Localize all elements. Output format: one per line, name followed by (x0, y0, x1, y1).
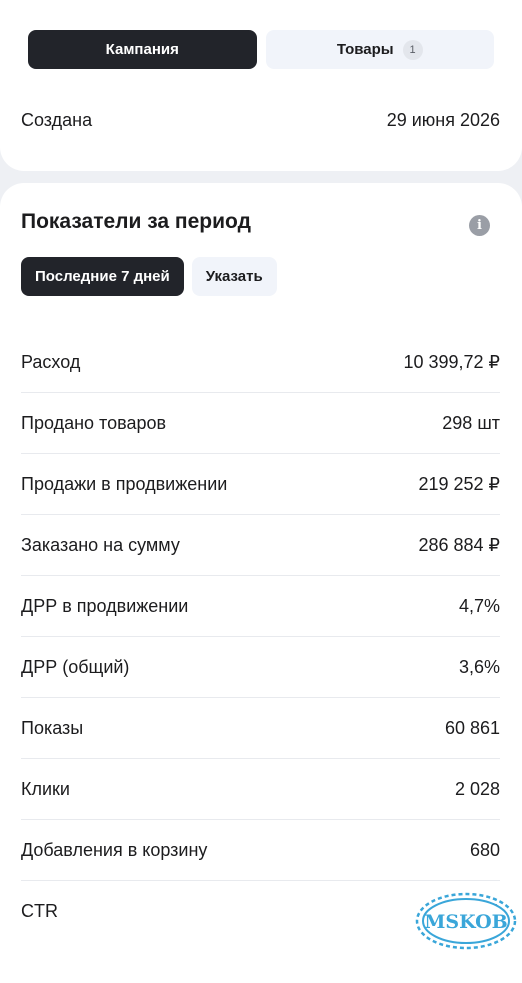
period-last-7-days-label: Последние 7 дней (35, 268, 170, 285)
metric-row: Заказано на сумму 286 884 ₽ (21, 515, 500, 576)
metric-value: 2 028 (454, 778, 500, 799)
watermark-logo: MSKOB (415, 892, 517, 950)
watermark-text: MSKOB (424, 911, 507, 933)
metric-value: 60 861 (444, 717, 500, 738)
metric-label: Продажи в продвижении (21, 473, 228, 494)
metric-value: 10 399,72 ₽ (403, 351, 500, 372)
metric-row: Продано товаров 298 шт (21, 393, 500, 454)
metric-row: Продажи в продвижении 219 252 ₽ (21, 454, 500, 515)
metric-label: ДРР (общий) (21, 656, 130, 677)
metrics-list: Расход 10 399,72 ₽ Продано товаров 298 ш… (21, 332, 500, 942)
metric-label: Расход (21, 351, 81, 372)
metric-row: Расход 10 399,72 ₽ (21, 332, 500, 393)
tab-products-label: Товары (336, 41, 394, 58)
metric-value: 298 шт (442, 412, 500, 433)
metric-label: Клики (21, 778, 70, 799)
tabs-bar: Кампания Товары 1 (28, 30, 494, 69)
metric-value: 3,6% (458, 656, 500, 677)
period-last-7-days-button[interactable]: Последние 7 дней (21, 257, 184, 296)
period-selector: Последние 7 дней Указать (21, 257, 277, 296)
tab-campaign-label: Кампания (105, 41, 179, 58)
metric-row: ДРР (общий) 3,6% (21, 637, 500, 698)
created-label: Создана (21, 110, 93, 130)
metric-row: Клики 2 028 (21, 759, 500, 820)
metric-row: Показы 60 861 (21, 698, 500, 759)
metric-value: 219 252 ₽ (418, 473, 500, 494)
products-count-badge: 1 (402, 39, 423, 60)
metric-label: CTR (21, 901, 58, 921)
metric-label: ДРР в продвижении (21, 595, 189, 616)
created-row: Создана 29 июня 2026 (21, 110, 500, 131)
metric-value: 4,7% (458, 595, 500, 616)
campaign-header-card: Кампания Товары 1 Создана 29 июня 2026 (0, 0, 522, 171)
metric-row: ДРР в продвижении 4,7% (21, 576, 500, 637)
tab-campaign[interactable]: Кампания (28, 30, 257, 69)
metric-label: Показы (21, 717, 84, 738)
tab-products[interactable]: Товары 1 (265, 30, 494, 69)
metric-label: Продано товаров (21, 412, 167, 433)
metric-label: Добавления в корзину (21, 839, 208, 860)
created-date: 29 июня 2026 (386, 110, 500, 130)
metric-value: 680 (469, 839, 500, 860)
period-custom-label: Указать (205, 268, 263, 285)
info-icon[interactable]: i (469, 215, 490, 236)
period-custom-button[interactable]: Указать (191, 257, 277, 296)
metric-label: Заказано на сумму (21, 534, 180, 555)
metric-row: Добавления в корзину 680 (21, 820, 500, 881)
metric-value: 286 884 ₽ (418, 534, 500, 555)
stats-title: Показатели за период (21, 210, 251, 233)
stats-card: Показатели за период i Последние 7 дней … (0, 183, 522, 983)
